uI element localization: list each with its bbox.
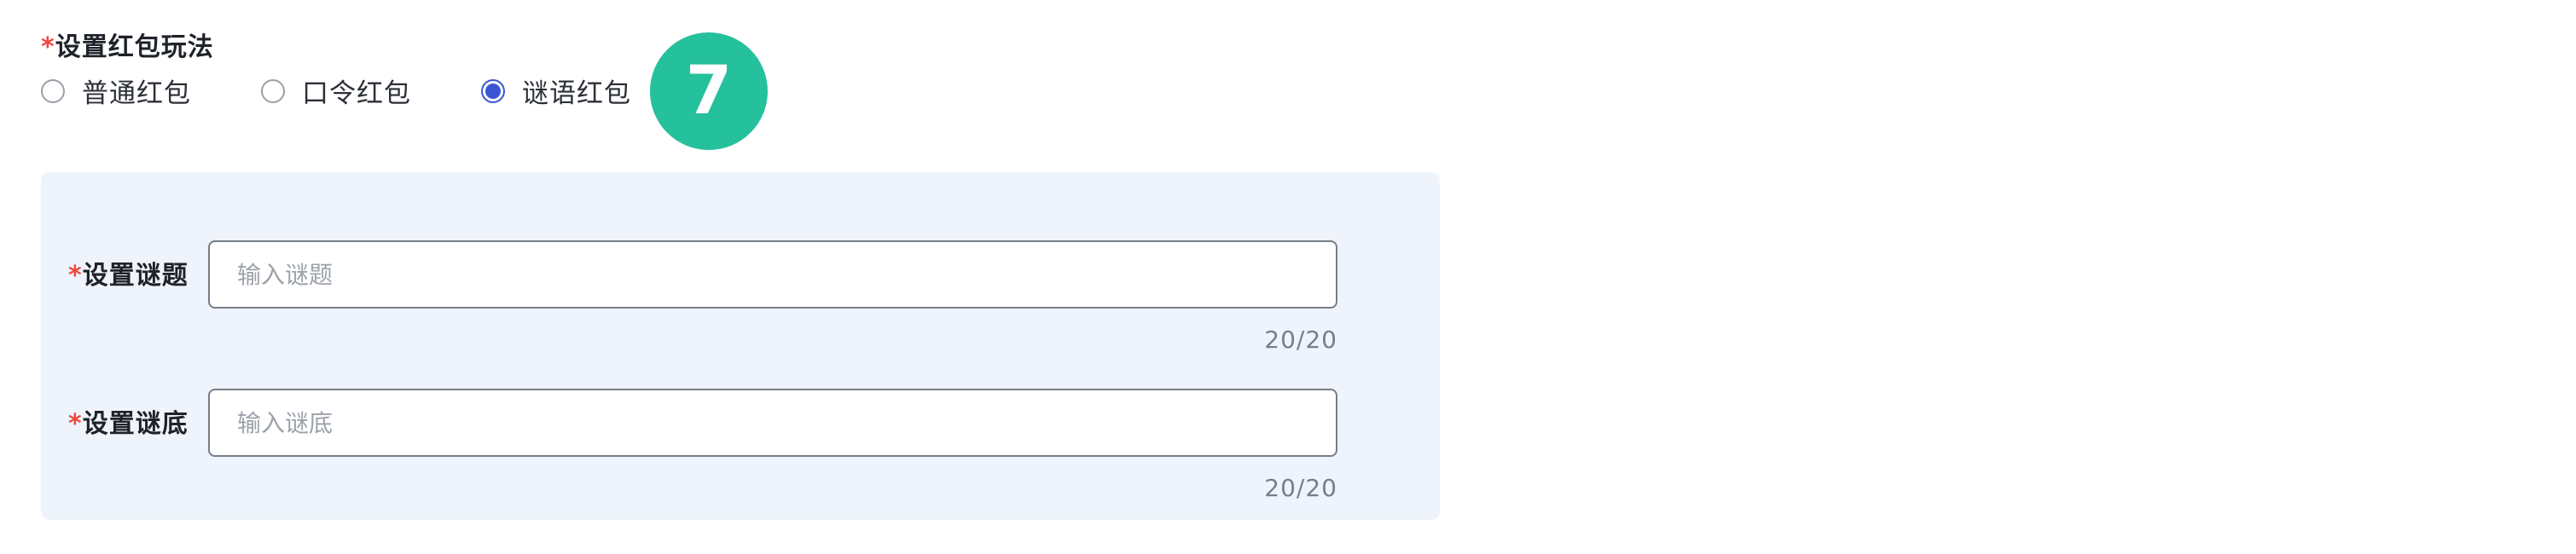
radio-label-normal: 普通红包 (82, 78, 191, 109)
riddle-answer-char-counter: 20/20 (1264, 474, 1337, 502)
radio-option-riddle[interactable]: 谜语红包 (481, 72, 631, 110)
riddle-settings-panel: *设置谜题 20/20 *设置谜底 20/20 (41, 172, 1440, 520)
radio-option-normal[interactable]: 普通红包 (41, 72, 191, 110)
riddle-question-char-counter: 20/20 (1264, 326, 1337, 354)
riddle-question-input[interactable] (208, 240, 1337, 309)
required-mark: * (41, 32, 55, 62)
required-mark: * (68, 261, 83, 291)
radio-button-normal[interactable] (41, 78, 65, 103)
radio-label-password: 口令红包 (302, 78, 411, 109)
play-type-title-text: 设置红包玩法 (55, 32, 214, 62)
riddle-question-label-text: 设置谜题 (82, 261, 189, 291)
step-number-badge: 7 (650, 32, 768, 150)
riddle-answer-label: *设置谜底 (68, 402, 189, 440)
radio-button-riddle[interactable] (481, 78, 505, 103)
radio-dot (485, 83, 501, 99)
riddle-question-label: *设置谜题 (68, 254, 189, 291)
play-type-radio-group: 普通红包 口令红包 谜语红包 (41, 72, 701, 110)
radio-button-password[interactable] (261, 78, 285, 103)
required-mark: * (68, 409, 83, 439)
play-type-title: *设置红包玩法 (41, 26, 214, 63)
riddle-answer-input[interactable] (208, 389, 1337, 457)
radio-option-password[interactable]: 口令红包 (261, 72, 411, 110)
radio-label-riddle: 谜语红包 (522, 78, 631, 109)
riddle-answer-label-text: 设置谜底 (82, 409, 189, 439)
